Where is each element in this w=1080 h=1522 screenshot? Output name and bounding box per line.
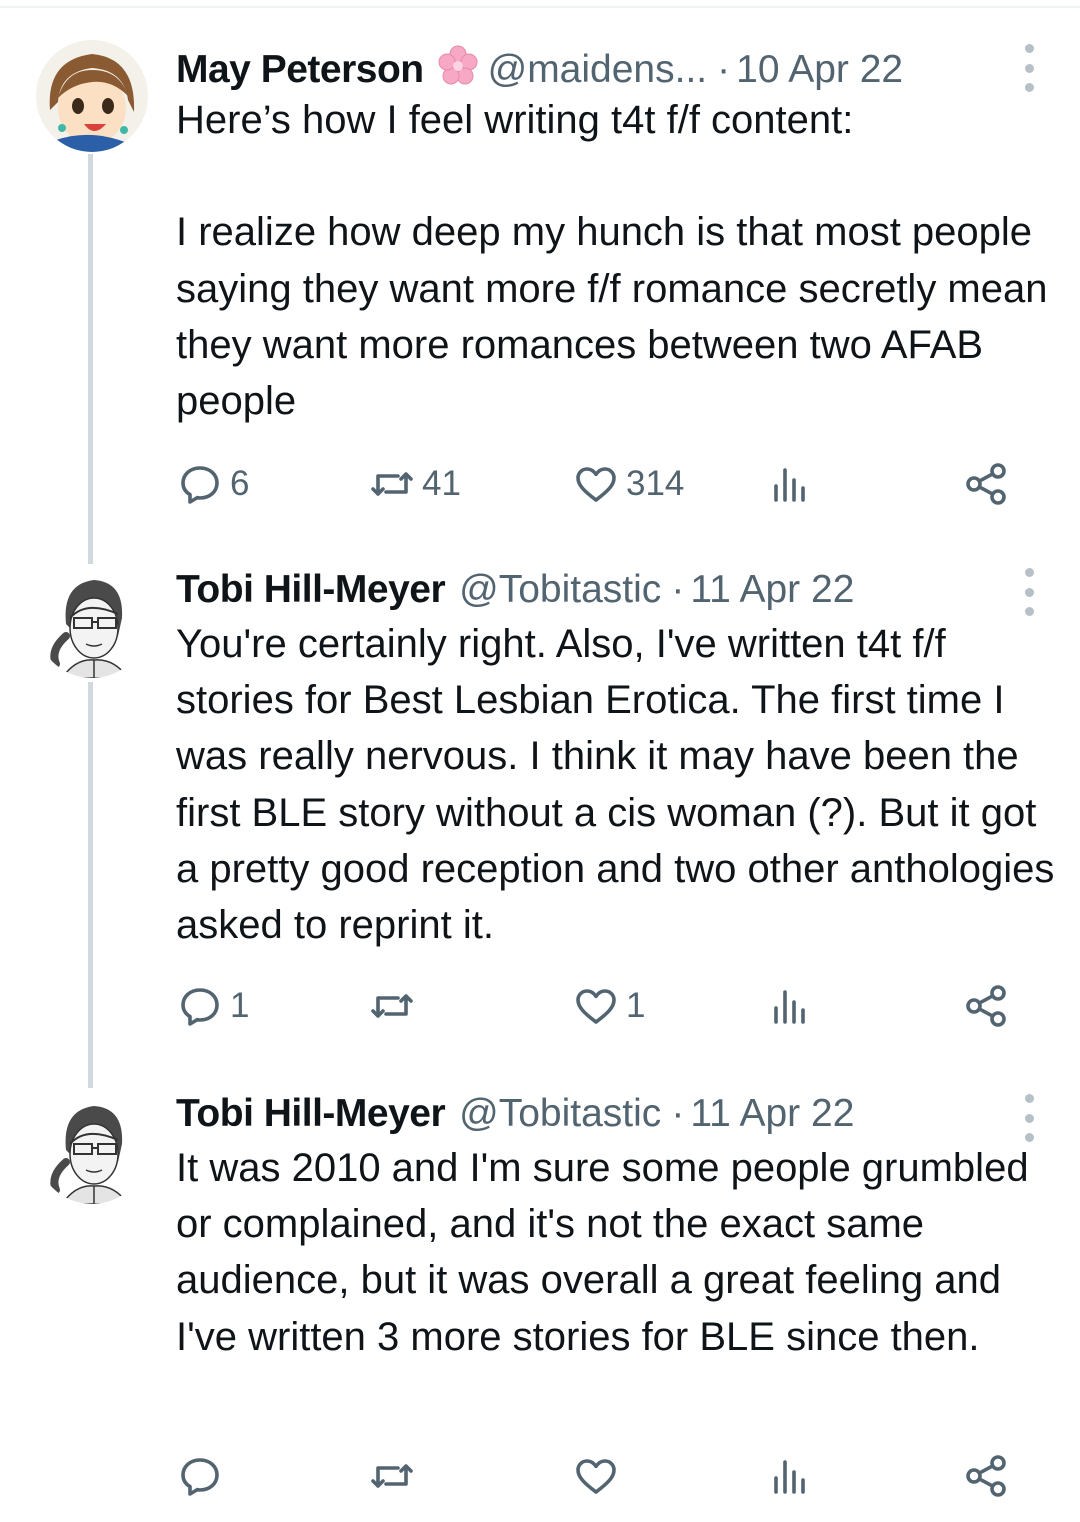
retweet-button[interactable]: 41 [368, 456, 461, 512]
thread-connector [88, 682, 93, 1088]
views-button[interactable] [766, 456, 820, 512]
share-icon [966, 985, 1006, 1027]
tweet-1[interactable]: May Peterson @maidens... · 10 Apr 22 Her… [0, 38, 1080, 564]
share-button[interactable] [962, 456, 1010, 512]
tweet-date[interactable]: 11 Apr 22 [690, 1084, 854, 1144]
like-button[interactable]: 1 [572, 978, 645, 1034]
retweet-count: 41 [422, 464, 461, 503]
tweet-header: May Peterson @maidens... · 10 Apr 22 [176, 38, 980, 98]
tweet-actions [176, 1448, 1036, 1504]
like-icon [576, 467, 616, 502]
author-name[interactable]: May Peterson [176, 40, 424, 100]
retweet-button[interactable] [368, 1448, 422, 1504]
reply-button[interactable] [176, 1448, 230, 1504]
retweet-icon [371, 994, 413, 1018]
more-icon[interactable] [1022, 1094, 1036, 1142]
views-button[interactable] [766, 978, 820, 1034]
tweet-actions: 6 41 314 [176, 456, 1036, 512]
avatar-tobi-hill-meyer[interactable] [36, 566, 148, 678]
views-button[interactable] [766, 1448, 820, 1504]
share-icon [966, 1455, 1006, 1497]
like-count: 314 [626, 464, 685, 503]
author-name[interactable]: Tobi Hill-Meyer [176, 1084, 446, 1144]
views-icon [774, 468, 805, 502]
more-icon[interactable] [1022, 44, 1036, 92]
separator-dot: · [671, 568, 685, 611]
retweet-button[interactable] [368, 978, 422, 1034]
reply-count: 1 [230, 986, 250, 1025]
reply-button[interactable]: 6 [176, 456, 249, 512]
share-button[interactable] [962, 1448, 1010, 1504]
tweet-actions: 1 1 [176, 978, 1036, 1034]
reply-icon [181, 466, 219, 504]
author-handle[interactable]: @Tobitastic [459, 560, 661, 620]
reply-icon [181, 988, 219, 1026]
like-button[interactable] [572, 1448, 626, 1504]
tweet-text: Here’s how I feel writing t4t f/f conten… [176, 98, 1048, 424]
reply-button[interactable]: 1 [176, 978, 249, 1034]
like-button[interactable]: 314 [572, 456, 684, 512]
separator-dot: · [671, 1092, 685, 1135]
top-divider [0, 0, 1080, 8]
author-name[interactable]: Tobi Hill-Meyer [176, 560, 446, 620]
author-handle[interactable]: @maidens... [488, 40, 708, 100]
avatar-tobi-hill-meyer[interactable] [36, 1092, 148, 1204]
tweet-2[interactable]: Tobi Hill-Meyer @Tobitastic · 11 Apr 22 … [0, 560, 1080, 1088]
tweet-date[interactable]: 10 Apr 22 [736, 40, 903, 100]
tweet-3[interactable]: Tobi Hill-Meyer @Tobitastic · 11 Apr 22 … [0, 1088, 1080, 1522]
tweet-header: Tobi Hill-Meyer @Tobitastic · 11 Apr 22 [176, 560, 980, 620]
reply-icon [181, 1458, 219, 1496]
tweet-text: It was 2010 and I'm sure some people gru… [176, 1146, 1040, 1359]
views-icon [774, 1460, 805, 1494]
more-icon[interactable] [1022, 568, 1036, 616]
like-icon [576, 1459, 616, 1494]
share-icon [966, 463, 1006, 505]
cherry-blossom-icon [436, 44, 480, 88]
tweet-header: Tobi Hill-Meyer @Tobitastic · 11 Apr 22 [176, 1084, 980, 1144]
like-icon [576, 989, 616, 1024]
retweet-icon [371, 1464, 413, 1488]
views-icon [774, 990, 805, 1024]
reply-count: 6 [230, 464, 250, 503]
author-handle[interactable]: @Tobitastic [459, 1084, 661, 1144]
avatar-may-peterson[interactable] [36, 40, 148, 152]
share-button[interactable] [962, 978, 1010, 1034]
tweet-text: You're certainly right. Also, I've writt… [176, 622, 1066, 948]
separator-dot: · [717, 48, 731, 91]
retweet-icon [371, 472, 413, 496]
thread-connector [88, 154, 93, 564]
like-count: 1 [626, 986, 646, 1025]
tweet-date[interactable]: 11 Apr 22 [690, 560, 854, 620]
